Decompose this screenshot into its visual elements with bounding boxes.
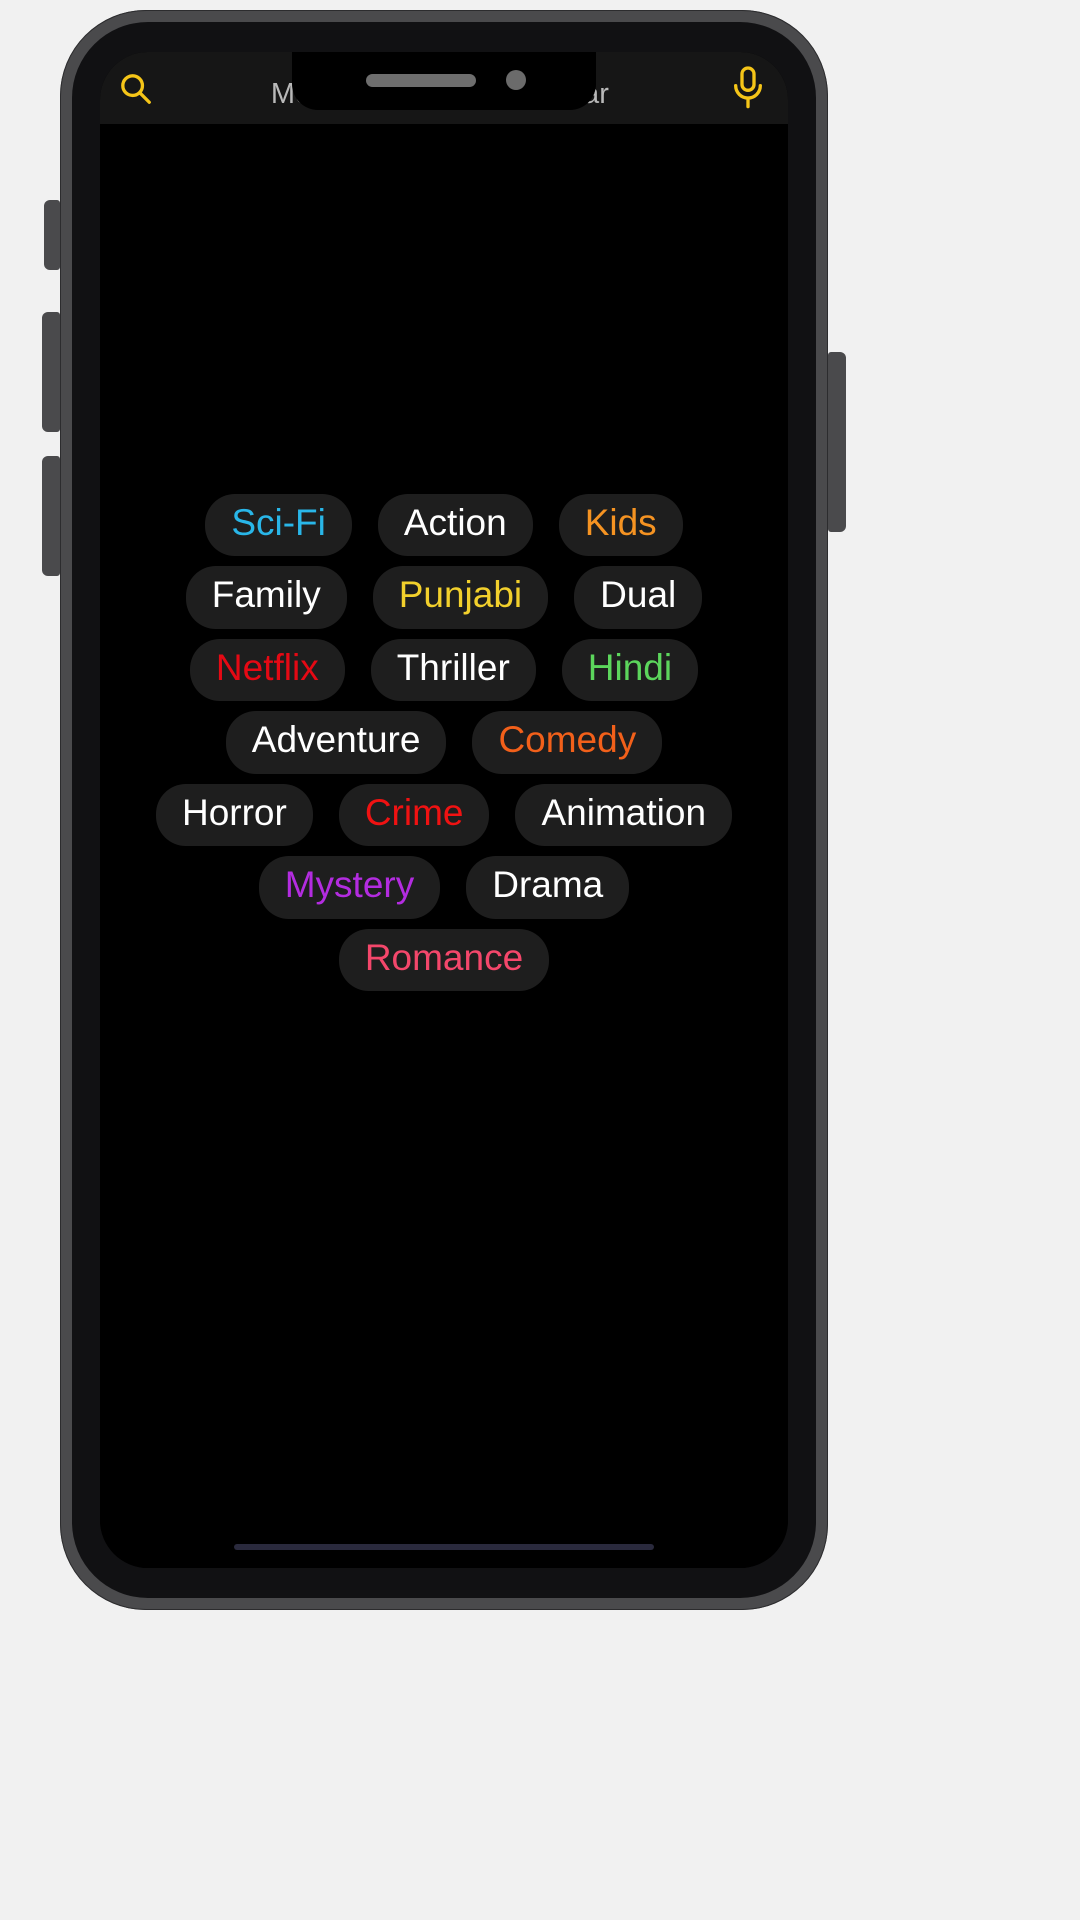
genre-chip-family[interactable]: Family: [185, 566, 347, 629]
genre-chip-row: Family Punjabi Dual: [185, 566, 703, 629]
power-button[interactable]: [828, 352, 846, 532]
screenshot-stage: Movie Name/ Genre/ Year Sci-FiActionKids…: [0, 0, 1080, 1920]
search-icon[interactable]: [112, 65, 158, 111]
genre-chip-row: Romance: [338, 928, 550, 992]
genre-chip-row: Mystery Drama: [258, 856, 630, 919]
genre-chip-row: Sci-Fi Action Kids: [205, 494, 683, 557]
genre-chips-area: Sci-Fi Action Kids Family Punjabi Dual Netflix…: [100, 124, 788, 1568]
volume-down-button[interactable]: [42, 456, 60, 576]
earpiece-speaker: [366, 74, 476, 87]
mute-switch[interactable]: [44, 200, 60, 270]
genre-chip-horror[interactable]: Horror: [155, 783, 313, 847]
genre-chip-row: Netflix Thriller Hindi: [189, 638, 699, 702]
genre-chip-hindi[interactable]: Hindi: [561, 638, 699, 702]
genre-chip-mystery[interactable]: Mystery: [258, 856, 441, 919]
genre-chip-romance[interactable]: Romance: [338, 928, 550, 992]
notch: [292, 52, 596, 110]
genre-chip-adventure[interactable]: Adventure: [225, 711, 447, 774]
genre-chip-dual[interactable]: Dual: [574, 566, 703, 629]
phone-screen: Movie Name/ Genre/ Year Sci-FiActionKids…: [100, 52, 788, 1568]
home-indicator[interactable]: [234, 1544, 654, 1550]
genre-chip-row: Adventure Comedy: [225, 711, 663, 774]
genre-chip-thriller[interactable]: Thriller: [370, 638, 536, 702]
volume-up-button[interactable]: [42, 312, 60, 432]
genre-chip-kids[interactable]: Kids: [558, 494, 683, 557]
genre-chip-action[interactable]: Action: [377, 494, 533, 557]
front-camera: [506, 70, 526, 90]
genre-chip-cloud: Sci-Fi Action Kids Family Punjabi Dual Netflix…: [100, 494, 788, 992]
genre-chip-comedy[interactable]: Comedy: [472, 711, 663, 774]
genre-chip-netflix[interactable]: Netflix: [189, 638, 345, 702]
genre-chip-drama[interactable]: Drama: [466, 856, 630, 919]
microphone-icon[interactable]: [722, 60, 774, 116]
genre-chip-sci-fi[interactable]: Sci-Fi: [205, 494, 352, 557]
genre-chip-punjabi[interactable]: Punjabi: [372, 566, 549, 629]
genre-chip-crime[interactable]: Crime: [338, 783, 490, 847]
genre-chip-animation[interactable]: Animation: [515, 783, 733, 847]
genre-chip-row: Horror Crime Animation: [155, 783, 733, 847]
